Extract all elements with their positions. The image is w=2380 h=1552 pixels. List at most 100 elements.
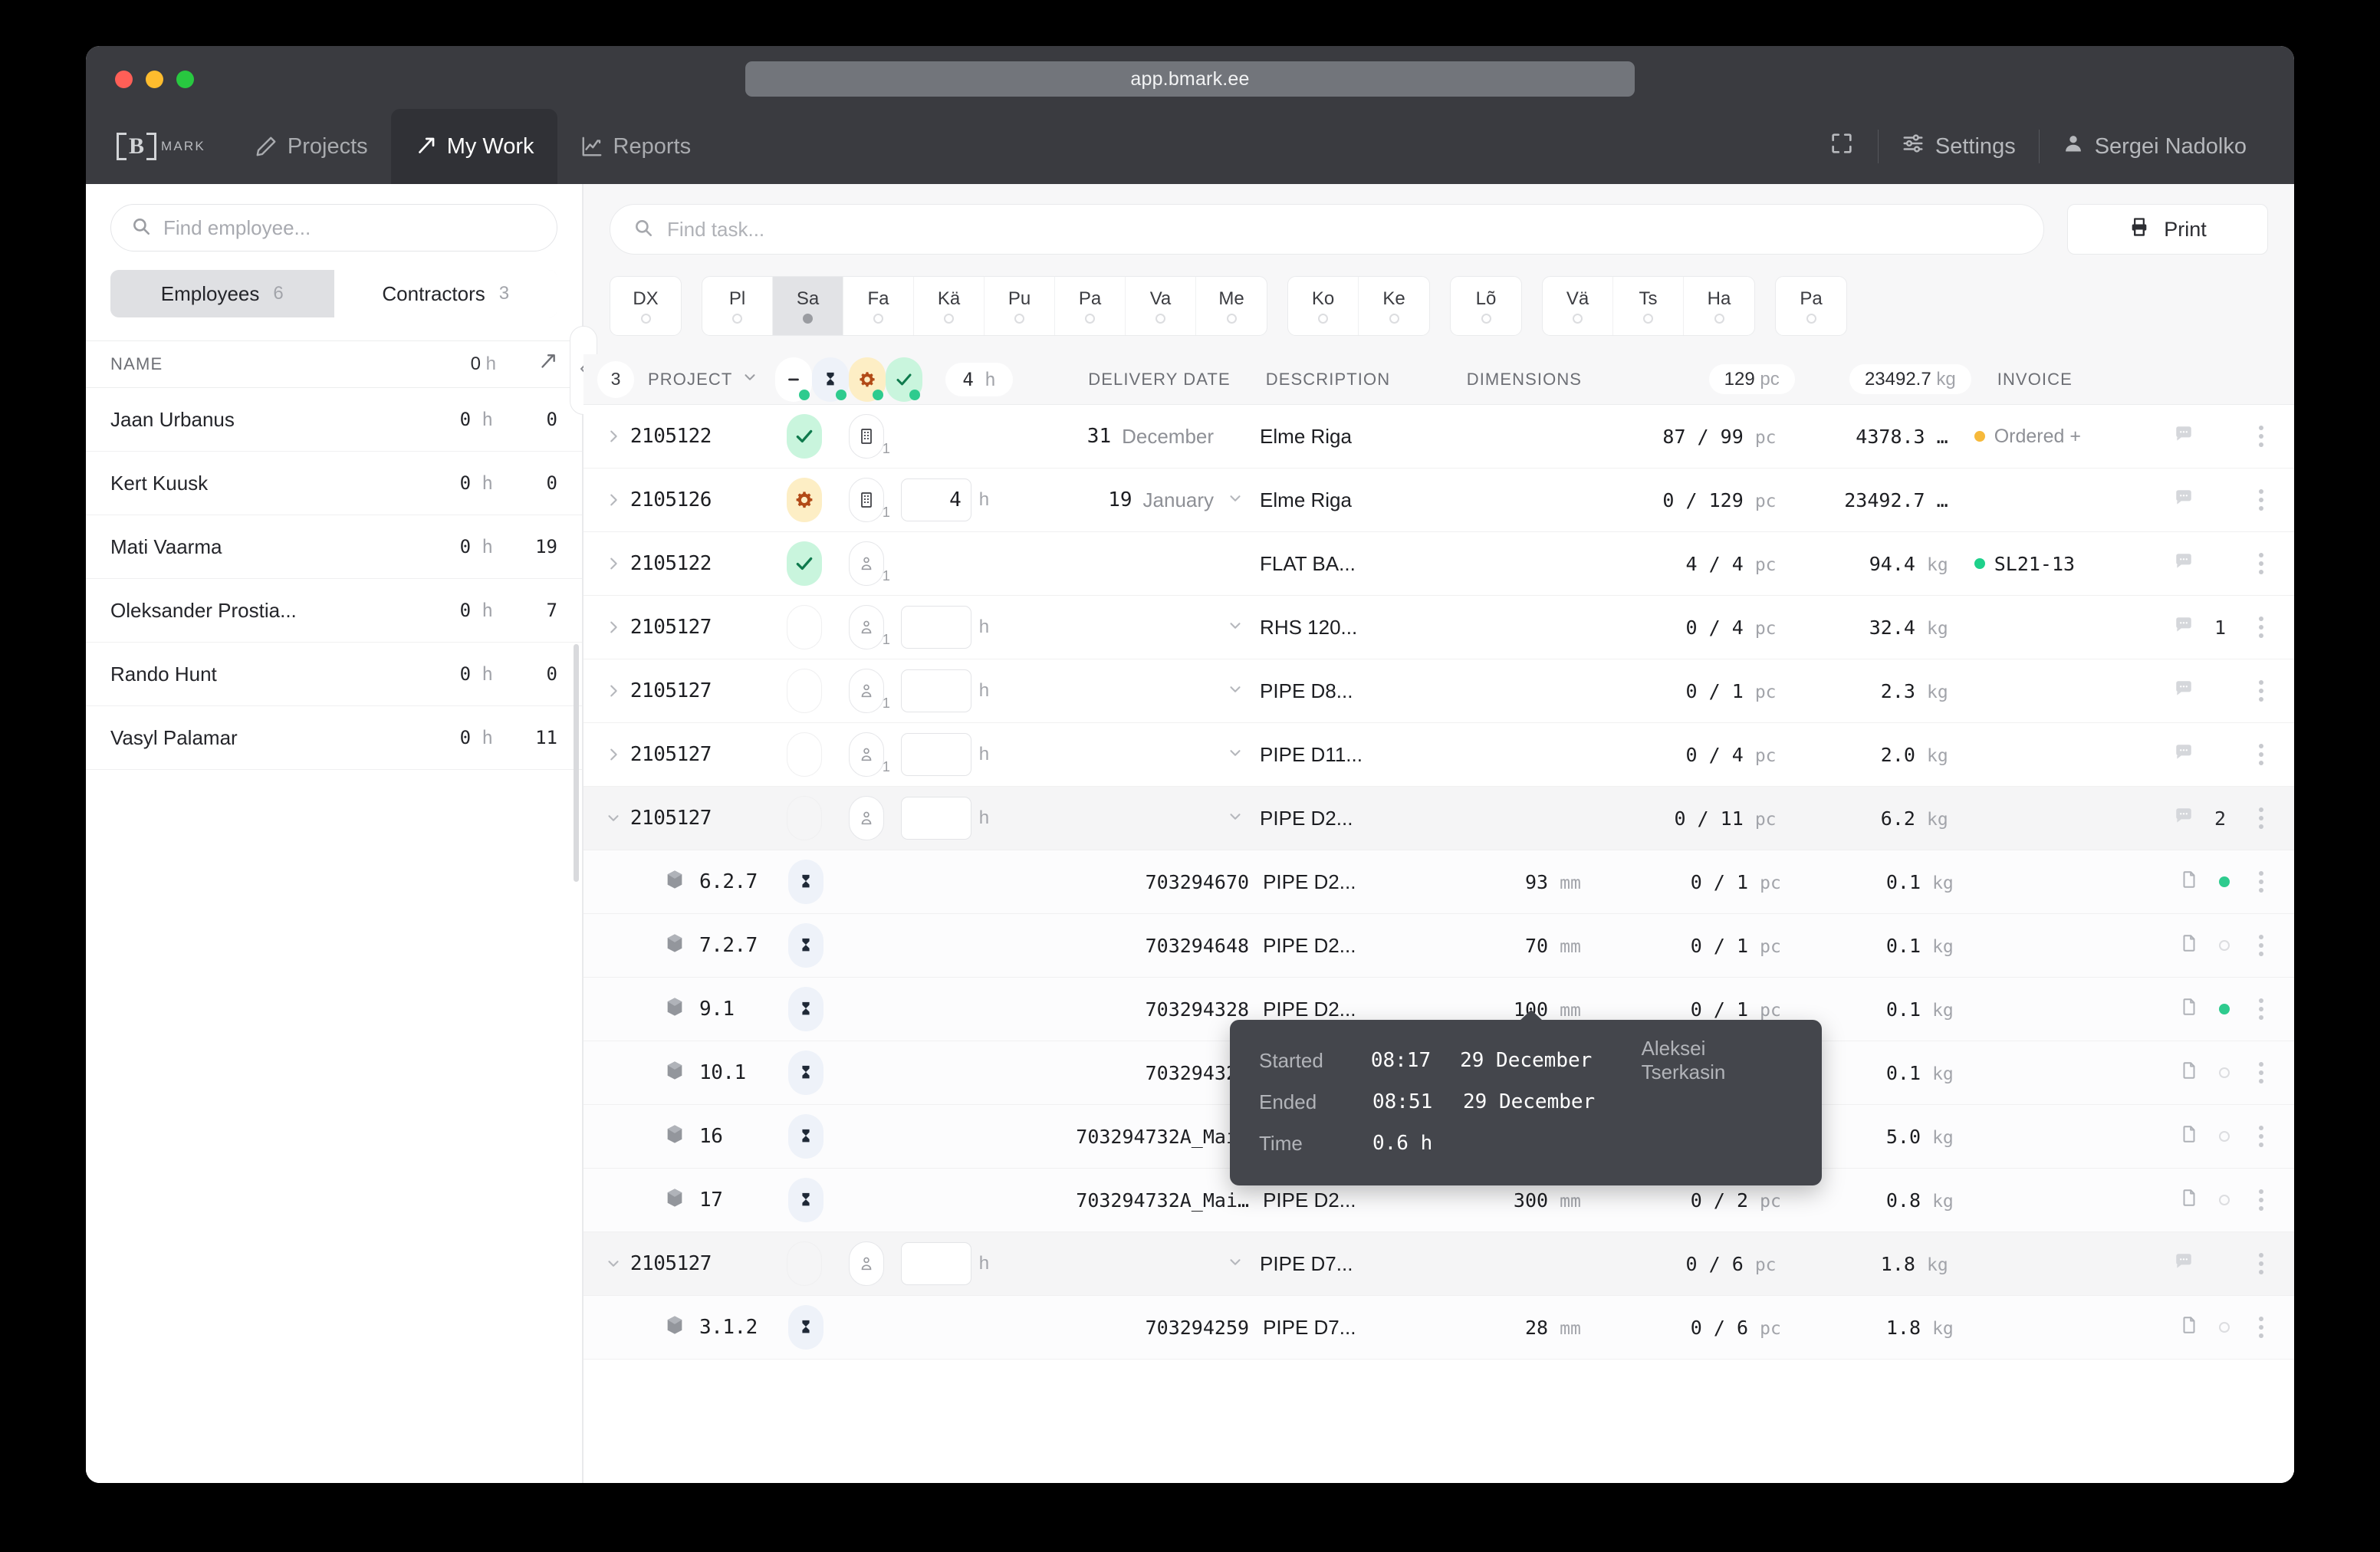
document-icon[interactable] [2179,932,2199,960]
check-icon-badge[interactable] [886,357,923,402]
task-group-row[interactable]: 2105122 1 FLAT BA... 4 / 4 pc 94.4 kg SL21-13 [583,532,2294,596]
row-menu-button[interactable] [2250,1253,2273,1274]
owner-badge[interactable]: 1 [848,478,890,522]
chevron-down-icon[interactable] [1225,679,1246,703]
stage-chip-kä[interactable]: Kä [914,277,985,335]
task-group-row[interactable]: 2105127 h PIPE D2... 0 / 11 pc 6.2 kg 2 [583,787,2294,850]
chevron-down-icon[interactable] [1225,1252,1246,1276]
owner-cell[interactable]: 1 [832,669,901,713]
row-menu-button[interactable] [2250,935,2273,956]
chevron-down-icon[interactable] [1225,488,1246,512]
employee-row[interactable]: Kert Kuusk 0 h 0 [86,452,582,515]
row-menu-button[interactable] [2250,1317,2273,1338]
status-cell[interactable] [778,860,833,904]
owner-badge[interactable] [848,796,884,840]
status-cell[interactable] [778,1305,833,1350]
minimize-window-button[interactable] [146,71,163,88]
stage-chip-fa[interactable]: Fa [843,277,914,335]
task-group-row[interactable]: 2105127 1 h PIPE D8... 0 / 1 pc 2.3 kg [583,659,2294,723]
comment-icon[interactable] [2173,615,2194,640]
status-badge[interactable] [787,478,822,522]
expand-toggle[interactable] [597,428,630,445]
column-header-project[interactable]: PROJECT [648,369,758,390]
owner-badge[interactable] [848,1241,884,1286]
comment-icon[interactable] [2173,424,2194,449]
stage-chip-sa[interactable]: Sa [773,277,843,335]
comment-icon[interactable] [2173,742,2194,768]
status-cell[interactable] [777,414,832,459]
row-menu-button[interactable] [2250,680,2273,702]
status-badge[interactable] [787,732,822,777]
chevron-down-icon[interactable] [1225,616,1246,640]
row-menu-button[interactable] [2250,871,2273,893]
stage-chip-pa[interactable]: Pa [1776,277,1846,335]
invoice-cell[interactable]: Ordered + [1948,426,2173,448]
comment-icon[interactable] [2173,679,2194,704]
hours-cell[interactable]: h [900,1242,1013,1285]
document-icon[interactable] [2179,995,2199,1024]
row-menu-button[interactable] [2250,426,2273,447]
comment-icon[interactable] [2173,1251,2194,1277]
delivery-date-cell[interactable] [1013,807,1260,830]
row-menu-button[interactable] [2250,807,2273,829]
hours-cell[interactable]: h [900,733,1013,776]
sidebar-scrollbar[interactable] [574,644,579,882]
hours-cell[interactable]: h [900,797,1013,840]
task-item-row[interactable]: 6.2.7 703294670 PIPE D2... 93 mm 0 / 1 pc 0.1… [583,850,2294,914]
owner-badge[interactable]: 1 [848,669,890,713]
owner-badge[interactable]: 1 [848,732,890,777]
row-menu-button[interactable] [2250,489,2273,511]
expand-toggle[interactable] [597,810,630,827]
gear-icon-badge[interactable] [849,357,886,402]
row-menu-button[interactable] [2250,1062,2273,1083]
task-item-row[interactable]: 3.1.2 703294259 PIPE D7... 28 mm 0 / 6 pc 1.8… [583,1296,2294,1360]
tab-contractors[interactable]: Contractors 3 [334,270,557,317]
document-icon[interactable] [2179,868,2199,896]
task-search-input[interactable] [667,217,2020,242]
status-badge-hourglass[interactable] [787,1051,823,1095]
status-cell[interactable] [777,1241,832,1286]
task-group-row[interactable]: 2105127 1 h RHS 120... 0 / 4 pc 32.4 kg 1 [583,596,2294,659]
status-cell[interactable] [778,1114,833,1159]
status-cell[interactable] [778,987,833,1031]
stage-chip-ha[interactable]: Ha [1684,277,1754,335]
status-badge[interactable] [787,1241,822,1286]
stage-chip-vä[interactable]: Vä [1543,277,1613,335]
delivery-date-cell[interactable]: 19 January [1013,488,1260,512]
delivery-date-cell[interactable] [1013,743,1260,767]
status-badge-hourglass[interactable] [787,987,823,1031]
employee-row[interactable]: Vasyl Palamar 0 h 11 [86,706,582,770]
settings-button[interactable]: Settings [1882,109,2036,184]
status-cell[interactable] [777,796,832,840]
minus-icon-badge[interactable] [775,357,813,402]
task-item-row[interactable]: 7.2.7 703294648 PIPE D2... 70 mm 0 / 1 pc 0.1… [583,914,2294,978]
status-badge[interactable] [787,414,822,459]
expand-toggle[interactable] [597,555,630,572]
hours-cell[interactable]: h [900,606,1013,649]
owner-cell[interactable]: 1 [832,478,901,522]
employee-search-input[interactable] [163,215,537,240]
hours-input[interactable] [900,606,971,649]
row-menu-button[interactable] [2250,1126,2273,1147]
owner-cell[interactable]: 1 [832,541,901,586]
document-icon[interactable] [2179,1314,2199,1342]
hours-cell[interactable]: h [900,669,1013,712]
stage-chip-pa[interactable]: Pa [1055,277,1126,335]
delivery-date-cell[interactable] [1013,679,1260,703]
hours-input[interactable]: 4 [900,478,971,521]
status-badge[interactable] [787,669,822,713]
nav-item-my-work[interactable]: My Work [390,109,557,184]
owner-cell[interactable]: 1 [832,732,901,777]
task-search[interactable] [610,204,2044,255]
status-cell[interactable] [778,1051,833,1095]
comment-icon[interactable] [2173,488,2194,513]
user-menu[interactable]: Sergei Nadolko [2043,109,2267,184]
task-group-row[interactable]: 2105127 1 h PIPE D11... 0 / 4 pc 2.0 kg [583,723,2294,787]
status-badge-hourglass[interactable] [787,1305,823,1350]
hourglass-icon-badge[interactable] [812,357,850,402]
status-badge[interactable] [787,796,822,840]
status-cell[interactable] [777,541,832,586]
chevron-down-icon[interactable] [1225,807,1246,830]
status-cell[interactable] [777,732,832,777]
hours-input[interactable] [900,797,971,840]
